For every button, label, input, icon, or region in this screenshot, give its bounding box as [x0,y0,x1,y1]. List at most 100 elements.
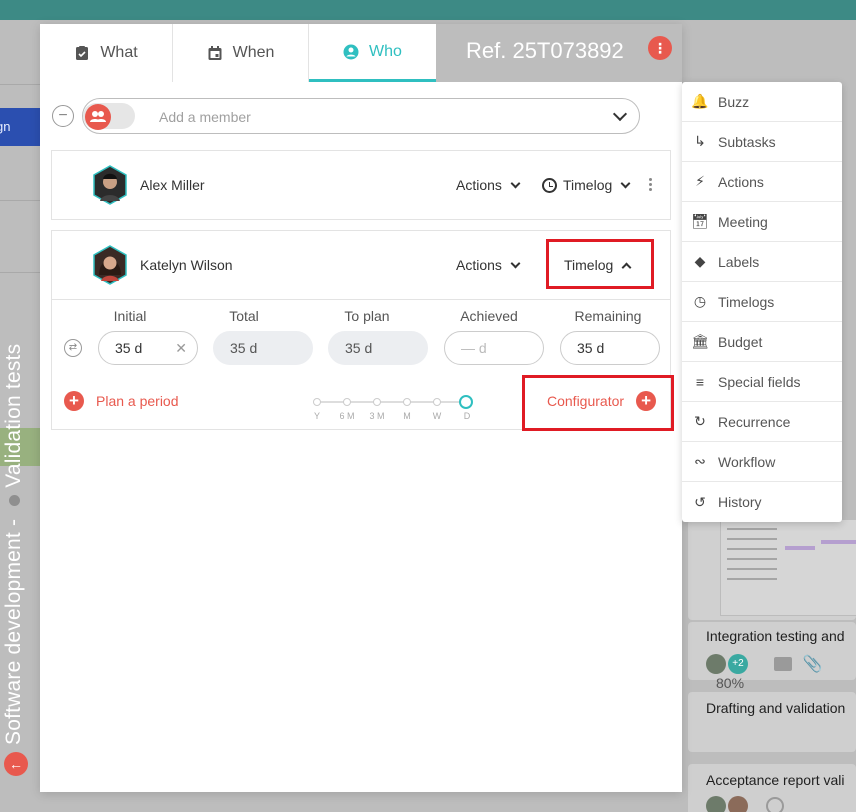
tag-icon: ◆ [694,253,706,269]
scale-label: W [432,411,442,421]
task-modal: What When Who Ref. 25T073892 ⋮ − Add a m… [40,24,682,792]
refresh-icon: ↻ [694,413,706,429]
plan-period-label: Plan a period [96,393,179,409]
bg-divider [0,84,40,85]
menu-item-recurrence[interactable]: ↻ Recurrence [682,402,842,442]
swap-icon[interactable]: ⇄ [64,339,82,357]
menu-item-meeting[interactable]: 📅︎ Meeting [682,202,842,242]
slider-stop[interactable] [433,398,441,406]
comment-icon [774,657,793,671]
remaining-input[interactable]: 35 d [560,331,660,365]
menu-item-label: Labels [718,253,760,270]
menu-item-buzz[interactable]: 🔔 Buzz [682,82,842,122]
to-plan-value: 35 d [345,340,373,356]
avatar [706,654,726,674]
initial-input[interactable]: 35 d ✕ [98,331,198,365]
total-field: 35 d [213,331,313,365]
slider-handle[interactable] [459,395,473,409]
top-bar [0,0,856,20]
bg-blue-strip: gn [0,108,40,146]
menu-item-label: Recurrence [718,413,791,430]
project-title: Software development - Validation tests [2,344,26,745]
chevron-down-icon [620,178,631,188]
bg-task-meta [706,796,785,812]
menu-item-label: Special fields [718,373,801,390]
actions-label: Actions [456,177,502,193]
tab-who[interactable]: Who [309,24,436,82]
slider-stop[interactable] [313,398,321,406]
add-member-select[interactable]: Add a member [82,98,640,134]
clock-icon [542,177,557,193]
bg-task-title: Integration testing and [706,628,845,644]
tab-bar: What When Who [40,24,436,82]
collapse-minus-icon[interactable]: − [52,105,74,127]
timelog-dropdown[interactable]: Timelog [542,177,631,193]
bg-task-card[interactable]: Drafting and validation [688,692,856,752]
users-icon [90,111,106,122]
menu-item-subtasks[interactable]: ↳ Subtasks [682,122,842,162]
calendar-icon: 📅︎ [691,213,709,229]
slider-stop[interactable] [373,398,381,406]
user-circle-icon [343,44,359,59]
member-name: Alex Miller [140,177,205,193]
mini-row [727,558,777,560]
col-total: Total [229,308,259,324]
back-arrow-button[interactable]: ← [4,752,28,776]
paperclip-icon: 📎 [802,656,823,673]
progress-text: 80% [716,674,745,691]
to-plan-field: 35 d [328,331,428,365]
mini-bar [785,546,815,550]
bg-task-card[interactable]: Integration testing and +2 📎 80% [688,622,856,691]
more-options-icon[interactable]: ⋮ [648,36,672,60]
plan-period-button[interactable]: + Plan a period [64,391,179,411]
slider-stop[interactable] [343,398,351,406]
scale-label: D [463,411,471,421]
actions-dropdown[interactable]: Actions [456,177,521,193]
bg-task-card[interactable]: Acceptance report vali [688,764,856,812]
clock-icon: ◷ [693,293,707,309]
separator-dot [8,494,20,506]
history-icon: ↺ [694,493,706,510]
initial-value: 35 d [115,340,143,356]
tab-when[interactable]: When [173,24,309,82]
slider-track [314,401,466,403]
extra-members-badge: +2 [728,654,748,674]
slider-stop[interactable] [403,398,411,406]
mini-row [727,538,777,540]
menu-item-actions[interactable]: ⚡︎ Actions [682,162,842,202]
tab-label: Who [369,42,402,60]
menu-item-labels[interactable]: ◆ Labels [682,242,842,282]
member-menu-icon[interactable] [649,178,653,193]
menu-item-special-fields[interactable]: ≡ Special fields [682,362,842,402]
mini-row [727,568,777,570]
lightning-icon: ⚡︎ [695,173,705,189]
menu-item-timelogs[interactable]: ◷ Timelogs [682,282,842,322]
chevron-down-icon [510,178,521,188]
group-toggle[interactable] [83,103,135,130]
actions-dropdown[interactable]: Actions [456,257,521,273]
mini-row [727,578,777,580]
clear-icon[interactable]: ✕ [175,332,187,364]
menu-item-label: Buzz [718,93,750,110]
list-icon: ≡ [695,373,705,390]
project-title-text: Software development - [2,512,25,745]
tab-what[interactable]: What [40,24,173,82]
menu-item-budget[interactable]: 🏛︎ Budget [682,322,842,362]
group-icon [85,104,111,130]
achieved-input[interactable]: — d [444,331,544,365]
subtask-arrow-icon: ↳ [694,133,706,149]
menu-item-workflow[interactable]: ∾ Workflow [682,442,842,482]
bg-task-title: Drafting and validation [706,700,846,716]
bg-strip-text: gn [0,119,11,134]
tab-label: When [232,44,275,61]
bg-divider [0,272,40,273]
period-scale-slider[interactable]: Y 6 M 3 M M W D [313,393,474,423]
menu-item-label: History [718,494,762,510]
avatar [728,796,748,812]
member-card: Katelyn Wilson Actions Timelog Initial T… [51,230,674,431]
avatar [706,796,726,812]
menu-item-history[interactable]: ↺ History [682,482,842,522]
calendar-icon [208,46,222,60]
bg-task-meta: +2 📎 80% [706,654,856,692]
divider [52,299,670,300]
